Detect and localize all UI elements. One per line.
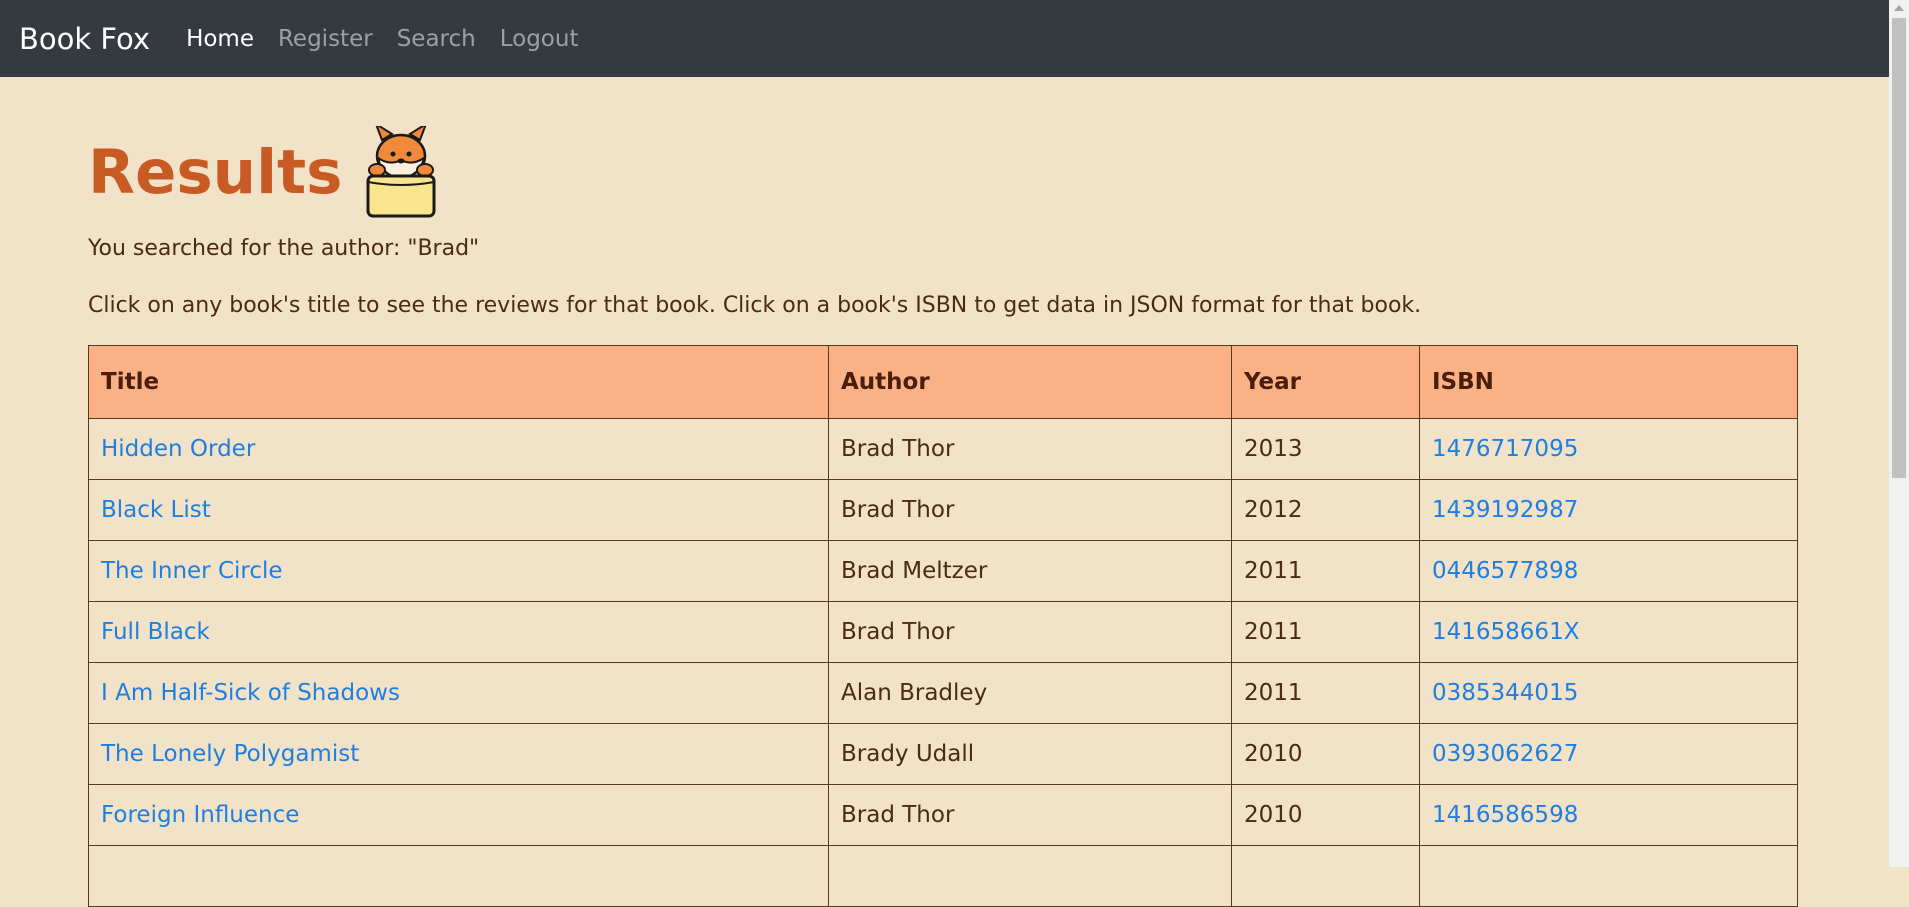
title-cell	[88, 845, 829, 907]
year-cell: 2011	[1231, 540, 1420, 602]
isbn-link[interactable]: 0446577898	[1432, 558, 1578, 584]
year-cell: 2010	[1231, 784, 1420, 846]
fox-in-box-icon	[366, 126, 436, 218]
isbn-link[interactable]: 1476717095	[1432, 436, 1578, 462]
author-cell: Brady Udall	[828, 723, 1232, 785]
isbn-cell: 141658661X	[1419, 601, 1798, 663]
book-title-link[interactable]: Hidden Order	[101, 436, 255, 462]
author-cell	[828, 845, 1232, 907]
year-cell	[1231, 845, 1420, 907]
author-cell: Brad Thor	[828, 784, 1232, 846]
column-header-year: Year	[1231, 345, 1420, 419]
column-header-author: Author	[828, 345, 1232, 419]
isbn-link[interactable]: 1439192987	[1432, 497, 1578, 523]
table-row: Hidden Order Brad Thor 2013 1476717095	[88, 418, 1798, 480]
isbn-cell: 0393062627	[1419, 723, 1798, 785]
scroll-up-arrow-icon[interactable]	[1894, 5, 1904, 11]
isbn-cell: 1439192987	[1419, 479, 1798, 541]
isbn-link[interactable]: 0385344015	[1432, 680, 1578, 706]
isbn-cell: 0385344015	[1419, 662, 1798, 724]
book-title-link[interactable]: Full Black	[101, 619, 210, 645]
main-content: Results You searched for the author: "Br…	[88, 77, 1798, 907]
title-cell: Full Black	[88, 601, 829, 663]
title-cell: Hidden Order	[88, 418, 829, 480]
author-cell: Alan Bradley	[828, 662, 1232, 724]
isbn-link[interactable]: 0393062627	[1432, 741, 1578, 767]
page-title: Results	[88, 136, 343, 208]
year-cell: 2012	[1231, 479, 1420, 541]
title-cell: The Lonely Polygamist	[88, 723, 829, 785]
author-cell: Brad Thor	[828, 418, 1232, 480]
isbn-cell: 1416586598	[1419, 784, 1798, 846]
table-row: Black List Brad Thor 2012 1439192987	[88, 479, 1798, 541]
title-cell: I Am Half-Sick of Shadows	[88, 662, 829, 724]
table-row: The Lonely Polygamist Brady Udall 2010 0…	[88, 723, 1798, 785]
results-heading: Results	[88, 122, 1798, 222]
results-table: Title Author Year ISBN Hidden Order Brad…	[88, 345, 1798, 907]
search-summary: You searched for the author: "Brad"	[88, 236, 480, 261]
table-row: Full Black Brad Thor 2011 141658661X	[88, 601, 1798, 663]
column-header-isbn: ISBN	[1419, 345, 1798, 419]
nav-home-link[interactable]: Home	[186, 26, 254, 52]
vertical-scrollbar[interactable]	[1889, 0, 1909, 867]
table-row: I Am Half-Sick of Shadows Alan Bradley 2…	[88, 662, 1798, 724]
nav-search-link[interactable]: Search	[397, 26, 476, 52]
book-title-link[interactable]: The Inner Circle	[101, 558, 283, 584]
nav-register-link[interactable]: Register	[278, 26, 373, 52]
year-cell: 2011	[1231, 601, 1420, 663]
table-row: The Inner Circle Brad Meltzer 2011 04465…	[88, 540, 1798, 602]
table-header-row: Title Author Year ISBN	[88, 345, 1798, 419]
column-header-title: Title	[88, 345, 829, 419]
instructions-text: Click on any book's title to see the rev…	[88, 293, 1422, 318]
isbn-link[interactable]: 141658661X	[1432, 619, 1579, 645]
table-row	[88, 845, 1798, 907]
title-cell: The Inner Circle	[88, 540, 829, 602]
nav-logout-link[interactable]: Logout	[500, 26, 579, 52]
top-navbar: Book Fox Home Register Search Logout	[0, 0, 1889, 77]
author-cell: Brad Meltzer	[828, 540, 1232, 602]
book-title-link[interactable]: Black List	[101, 497, 211, 523]
title-cell: Foreign Influence	[88, 784, 829, 846]
table-row: Foreign Influence Brad Thor 2010 1416586…	[88, 784, 1798, 846]
book-title-link[interactable]: The Lonely Polygamist	[101, 741, 359, 767]
scrollbar-thumb[interactable]	[1892, 18, 1906, 478]
year-cell: 2013	[1231, 418, 1420, 480]
title-cell: Black List	[88, 479, 829, 541]
isbn-cell: 0446577898	[1419, 540, 1798, 602]
isbn-cell: 1476717095	[1419, 418, 1798, 480]
author-cell: Brad Thor	[828, 601, 1232, 663]
isbn-cell	[1419, 845, 1798, 907]
book-title-link[interactable]: Foreign Influence	[101, 802, 299, 828]
book-title-link[interactable]: I Am Half-Sick of Shadows	[101, 680, 400, 706]
year-cell: 2011	[1231, 662, 1420, 724]
year-cell: 2010	[1231, 723, 1420, 785]
author-cell: Brad Thor	[828, 479, 1232, 541]
brand-link[interactable]: Book Fox	[19, 22, 150, 56]
isbn-link[interactable]: 1416586598	[1432, 802, 1578, 828]
